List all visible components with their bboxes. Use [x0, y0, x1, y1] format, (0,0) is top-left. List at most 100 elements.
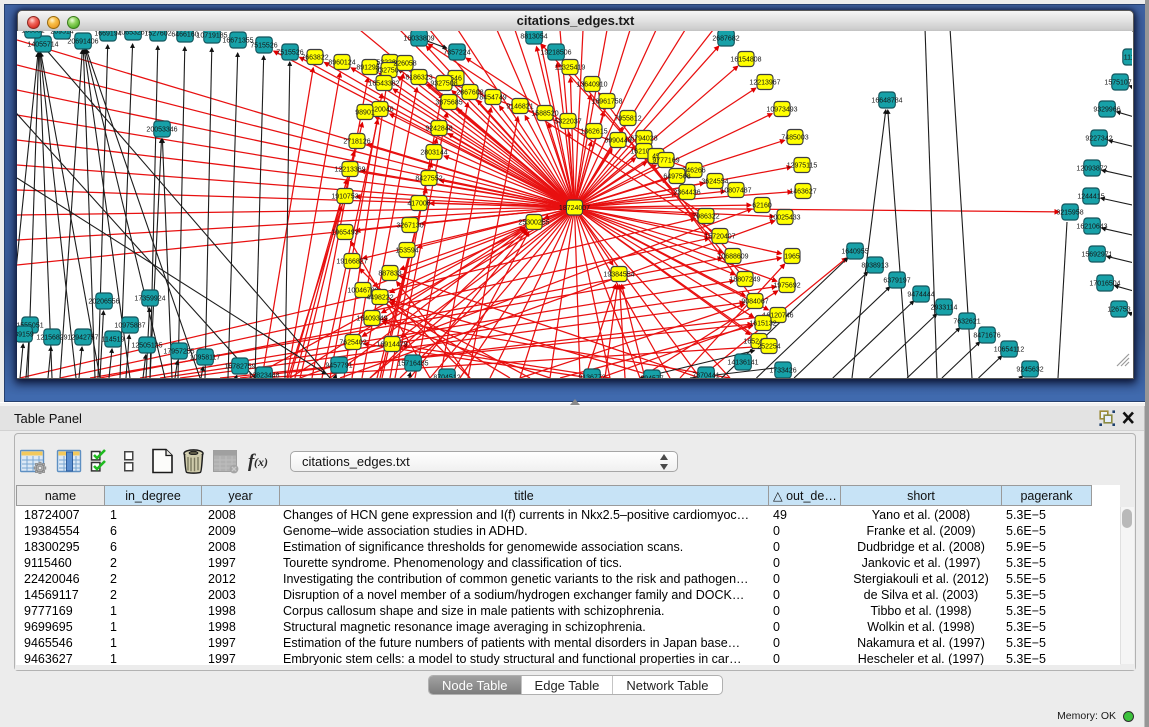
- svg-text:126753: 126753: [1107, 307, 1130, 314]
- svg-text:1463627: 1463627: [789, 189, 816, 196]
- svg-text:12213369: 12213369: [334, 167, 365, 174]
- svg-text:18807249: 18807249: [729, 277, 760, 284]
- svg-text:3875685: 3875685: [435, 100, 462, 107]
- svg-text:887833: 887833: [378, 271, 401, 278]
- svg-text:16409349: 16409349: [356, 316, 387, 323]
- svg-text:14136141: 14136141: [727, 360, 758, 367]
- svg-text:2933114: 2933114: [931, 305, 958, 312]
- svg-text:20691406: 20691406: [67, 39, 98, 46]
- svg-text:1965493: 1965493: [331, 230, 358, 237]
- svg-text:20053346: 20053346: [146, 127, 177, 134]
- svg-text:9329966: 9329966: [1093, 107, 1120, 114]
- svg-text:16543382: 16543382: [368, 81, 399, 88]
- svg-text:98901: 98901: [355, 110, 375, 117]
- svg-text:9227342: 9227342: [1085, 136, 1112, 143]
- svg-text:10958117: 10958117: [190, 355, 221, 362]
- svg-text:9084067: 9084067: [741, 299, 768, 306]
- svg-text:10973493: 10973493: [766, 107, 797, 114]
- svg-text:9457791: 9457791: [325, 363, 352, 370]
- svg-text:1910753: 1910753: [331, 194, 358, 201]
- svg-text:209514: 209514: [50, 31, 73, 36]
- svg-text:12942757: 12942757: [67, 335, 98, 342]
- svg-text:9777169: 9777169: [652, 158, 679, 165]
- svg-text:7515526: 7515526: [276, 50, 303, 57]
- svg-text:8960124: 8960124: [328, 60, 355, 67]
- svg-text:1244415: 1244415: [1077, 194, 1104, 201]
- svg-text:19384554: 19384554: [603, 272, 634, 279]
- svg-text:252254: 252254: [757, 344, 780, 351]
- svg-text:1112: 1112: [1124, 55, 1132, 62]
- svg-text:10654112: 10654112: [994, 347, 1025, 354]
- svg-text:19166827: 19166827: [336, 259, 367, 266]
- svg-text:165331: 165331: [21, 31, 44, 35]
- svg-text:16648784: 16648784: [871, 98, 902, 105]
- svg-text:15720407: 15720407: [704, 234, 735, 241]
- svg-text:2364436: 2364436: [673, 190, 700, 197]
- svg-text:1588520: 1588520: [531, 111, 558, 118]
- svg-text:10975887: 10975887: [114, 323, 145, 330]
- svg-text:17016504: 17016504: [1089, 281, 1120, 288]
- svg-text:9146821: 9146821: [506, 104, 533, 111]
- svg-text:8186323: 8186323: [405, 75, 432, 82]
- svg-text:6466160: 6466160: [171, 32, 198, 39]
- svg-text:10688609: 10688609: [717, 254, 748, 261]
- svg-text:1965: 1965: [784, 254, 800, 261]
- svg-text:19218506: 19218506: [540, 50, 571, 57]
- svg-text:7485003: 7485003: [781, 135, 808, 142]
- svg-text:1733426: 1733426: [769, 368, 796, 375]
- svg-text:3267130: 3267130: [396, 223, 423, 230]
- svg-text:17359924: 17359924: [134, 296, 165, 303]
- svg-text:8427552: 8427552: [415, 176, 442, 183]
- svg-text:1527602: 1527602: [144, 31, 171, 38]
- svg-text:417006: 417006: [407, 201, 430, 208]
- svg-text:8990448: 8990448: [604, 138, 631, 145]
- svg-text:62160: 62160: [752, 203, 772, 210]
- svg-text:7625402: 7625402: [339, 340, 366, 347]
- svg-text:14055714: 14055714: [27, 42, 58, 49]
- svg-text:9327508: 9327508: [430, 81, 457, 88]
- svg-text:11325419: 11325419: [555, 65, 586, 72]
- svg-text:7955812: 7955812: [614, 116, 641, 123]
- svg-text:894577: 894577: [640, 376, 663, 379]
- svg-text:7986322: 7986322: [692, 214, 719, 221]
- svg-text:3215958: 3215958: [1056, 210, 1083, 217]
- svg-text:15692971: 15692971: [1081, 252, 1112, 259]
- svg-text:6497568: 6497568: [663, 174, 690, 181]
- svg-text:13640910: 13640910: [576, 82, 607, 89]
- svg-text:4498222: 4498222: [366, 295, 393, 302]
- svg-text:16033809: 16033809: [403, 36, 434, 43]
- svg-text:12093872: 12093872: [1076, 166, 1107, 173]
- svg-text:2803144: 2803144: [420, 150, 447, 157]
- svg-text:5322037: 5322037: [554, 119, 581, 126]
- svg-text:16210643: 16210643: [1076, 224, 1107, 231]
- svg-text:16154808: 16154808: [730, 57, 761, 64]
- svg-text:114519: 114519: [102, 337, 125, 344]
- svg-text:2687682: 2687682: [712, 36, 739, 43]
- svg-text:8704512: 8704512: [433, 375, 460, 379]
- svg-text:12823448: 12823448: [248, 373, 279, 379]
- svg-text:10807487: 10807487: [720, 188, 751, 195]
- svg-text:1362615: 1362615: [580, 129, 607, 136]
- svg-text:9245632: 9245632: [1016, 367, 1043, 374]
- svg-text:16961758: 16961758: [591, 99, 622, 106]
- svg-text:7357224: 7357224: [443, 50, 470, 57]
- svg-text:12975115: 12975115: [787, 163, 818, 170]
- svg-text:7870441: 7870441: [692, 373, 719, 379]
- svg-text:25300255: 25300255: [518, 220, 549, 227]
- svg-text:18724007: 18724007: [559, 205, 590, 212]
- svg-text:10025433: 10025433: [769, 215, 800, 222]
- svg-text:7663822: 7663822: [301, 55, 328, 62]
- svg-text:12505135: 12505135: [131, 343, 162, 350]
- svg-text:153594: 153594: [395, 248, 418, 255]
- svg-text:16671355: 16671355: [222, 38, 253, 45]
- svg-text:15751074: 15751074: [1104, 80, 1132, 87]
- svg-text:8938913: 8938913: [861, 263, 888, 270]
- svg-text:1975692: 1975692: [773, 283, 800, 290]
- svg-text:12156829: 12156829: [36, 335, 67, 342]
- svg-text:8471676: 8471676: [973, 333, 1000, 340]
- svg-text:6379197: 6379197: [883, 278, 910, 285]
- svg-text:20206556: 20206556: [88, 299, 119, 306]
- svg-text:9242848: 9242848: [425, 126, 452, 133]
- svg-text:39159: 39159: [17, 332, 34, 339]
- svg-text:8454749: 8454749: [479, 95, 506, 102]
